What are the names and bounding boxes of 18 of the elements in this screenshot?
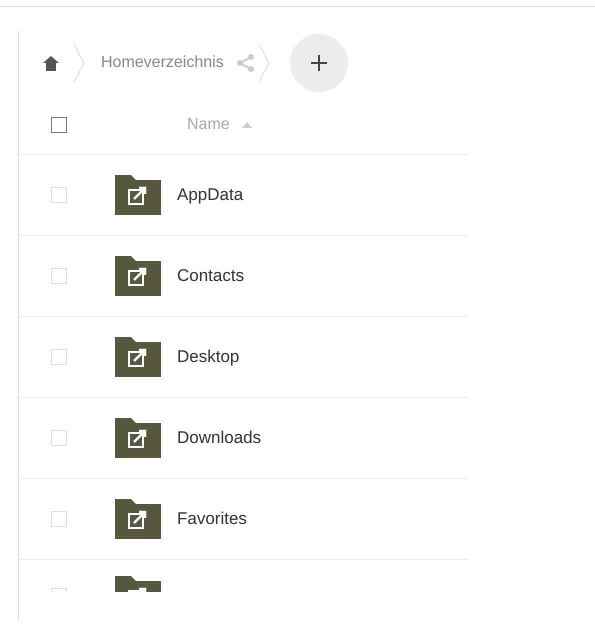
file-name[interactable]: Desktop	[177, 344, 240, 370]
share-icon[interactable]	[236, 53, 256, 73]
file-name[interactable]: Contacts	[177, 263, 244, 289]
chevron-separator-icon	[258, 43, 270, 83]
plus-icon	[310, 54, 328, 72]
sort-up-icon[interactable]	[242, 122, 252, 128]
breadcrumb-link[interactable]: Homeverzeichnis	[101, 51, 224, 75]
shared-folder-icon	[115, 256, 161, 296]
file-name[interactable]: Downloads	[177, 425, 262, 451]
file-name[interactable]: Favorites	[177, 506, 247, 532]
shared-folder-icon	[115, 175, 161, 215]
file-name[interactable]: AppData	[177, 182, 244, 208]
shared-folder-icon	[115, 418, 161, 458]
chevron-separator-icon	[73, 43, 85, 83]
checkbox[interactable]	[51, 116, 67, 132]
shared-folder-icon	[115, 337, 161, 377]
home-icon[interactable]	[43, 56, 59, 70]
shared-folder-icon	[115, 499, 161, 539]
